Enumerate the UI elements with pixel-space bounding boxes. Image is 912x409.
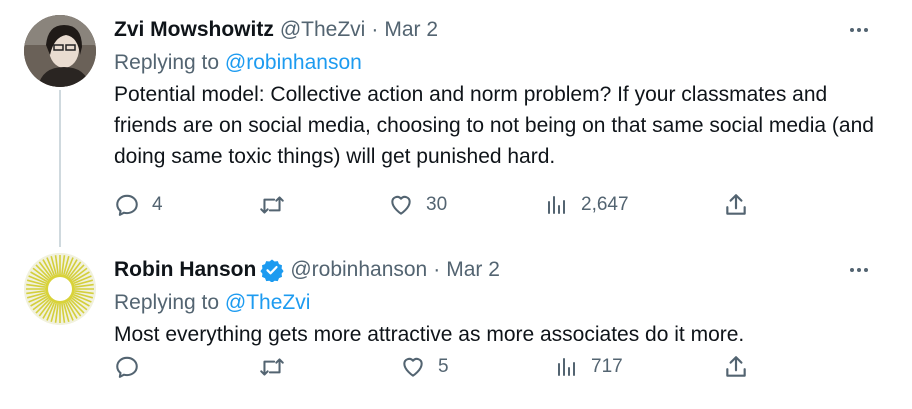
like-icon [400,354,426,380]
reply-button[interactable]: 4 [114,190,163,220]
reply-icon [114,192,140,218]
mention-link[interactable]: @TheZvi [225,291,311,314]
avatar-zvi[interactable] [24,15,96,87]
replying-prefix: Replying to [114,51,220,74]
share-icon [723,354,749,380]
separator: · [371,18,379,41]
thread-line [59,90,61,247]
author-name[interactable]: Zvi Mowshowitz [114,18,274,42]
retweet-button[interactable] [258,352,298,382]
tweet-header: Zvi Mowshowitz @TheZvi · Mar 2 [114,16,912,44]
views-button[interactable]: 2,647 [545,190,629,220]
retweet-icon [258,354,286,380]
share-button[interactable] [723,352,749,382]
reply-count: 4 [152,194,163,215]
replying-prefix: Replying to [114,291,220,314]
verified-icon [260,258,284,282]
separator: · [433,258,441,281]
like-button[interactable]: 5 [400,352,449,382]
author-name[interactable]: Robin Hanson [114,258,256,282]
views-count: 717 [591,356,623,377]
share-button[interactable] [723,190,749,220]
more-icon[interactable] [844,18,874,42]
more-icon[interactable] [844,258,874,282]
like-button[interactable]: 30 [388,190,447,220]
tweet-text: Most everything gets more attractive as … [114,323,745,346]
action-bar: 4 30 2,647 [114,190,754,220]
reply-icon [114,354,140,380]
retweet-button[interactable] [258,190,298,220]
tweet[interactable]: Robin Hanson @robinhanson · Mar 2 Replyi… [114,256,912,378]
views-icon [555,354,579,380]
tweet[interactable]: Zvi Mowshowitz @TheZvi · Mar 2 Replying … [114,16,912,216]
replying-to: Replying to @TheZvi [114,288,912,318]
author-handle[interactable]: @TheZvi [280,18,366,42]
like-icon [388,192,414,218]
tweet-text: Potential model: Collective action and n… [114,83,874,168]
replying-to: Replying to @robinhanson [114,48,912,78]
retweet-icon [258,192,286,218]
views-button[interactable]: 717 [555,352,623,382]
reply-button[interactable] [114,352,152,382]
tweet-header: Robin Hanson @robinhanson · Mar 2 [114,256,912,284]
tweet-date[interactable]: Mar 2 [384,18,438,42]
views-icon [545,192,569,218]
views-count: 2,647 [581,194,629,215]
share-icon [723,192,749,218]
avatar-robin[interactable] [24,253,96,325]
like-count: 5 [438,356,449,377]
author-handle[interactable]: @robinhanson [290,258,427,282]
tweet-date[interactable]: Mar 2 [446,258,500,282]
mention-link[interactable]: @robinhanson [225,51,362,74]
action-bar: 5 717 [114,352,754,382]
like-count: 30 [426,194,448,215]
